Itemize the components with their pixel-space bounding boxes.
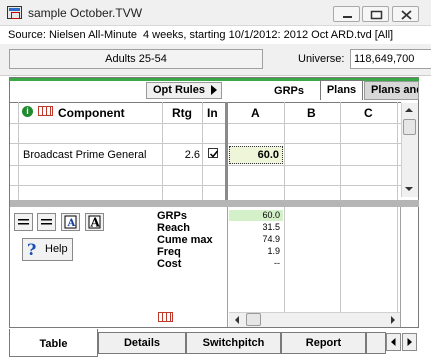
demo-button[interactable]: Adults 25-54 [9,49,263,69]
play-arrow-icon [211,85,217,95]
table-row-component[interactable]: Broadcast Prime General [23,149,147,161]
font-small-button[interactable]: A [61,213,80,231]
result-label-cost: Cost [157,258,182,270]
tab-next-button[interactable] [402,333,417,351]
letter-a-icon: A [64,215,77,229]
results-col-line [340,207,341,312]
result-label-cume-max: Cume max [157,234,213,246]
scroll-left-icon[interactable] [232,314,242,326]
hscroll-thumb[interactable] [246,313,261,326]
results-right-border [400,207,401,327]
info-icon[interactable]: i [22,106,33,117]
source-period: 4 weeks, starting 10/1/2012: 2012 Oct AR… [143,29,394,41]
tab-prev-button[interactable] [386,333,401,351]
svg-text:A: A [90,216,101,230]
col-header-component: Component [58,106,125,120]
grid-frozen-divider [225,102,228,200]
minimize-icon [343,16,352,18]
grid-col-line [162,102,163,200]
grid-icon[interactable] [38,106,53,116]
grid-row-line [10,185,401,186]
results-col-line [284,207,285,312]
tab-grps[interactable]: GRPs [262,82,316,100]
app-icon [7,6,22,19]
close-icon [401,10,412,20]
tab-switchpitch[interactable]: Switchpitch [186,332,281,354]
font-large-button[interactable]: A [85,213,104,231]
minimize-button[interactable] [333,6,360,22]
plan-a-cell[interactable]: 60.0 [229,146,283,164]
grid-row-line [10,143,401,144]
result-value-freq: 1.9 [267,246,280,256]
tab-plans-and[interactable]: Plans and [364,81,419,100]
col-header-in: In [207,106,218,120]
tab-overflow[interactable] [366,332,386,354]
result-label-reach: Reach [157,222,191,234]
grid-col-line [202,102,203,200]
tab-plans[interactable]: Plans [320,80,363,100]
question-icon: ? [27,240,37,259]
result-value-grps: 60.0 [262,210,280,220]
grid-row-line [10,165,401,166]
result-value-reach: 31.5 [262,222,280,232]
scroll-up-icon[interactable] [403,105,415,115]
grid-col-line [397,102,398,200]
source-label: Source: Nielsen All-Minute [8,29,138,41]
results-col-line [227,207,228,327]
pane-splitter[interactable] [10,200,419,207]
result-value-cume-max: 74.9 [262,234,280,244]
grid-top-border [10,102,401,103]
scroll-thumb[interactable] [403,119,416,135]
letter-a-icon: A [88,215,101,230]
result-label-grps: GRPs [157,210,187,222]
restore-icon [370,10,383,20]
arrow-left-icon [391,338,396,346]
equals-icon [18,219,29,225]
tab-details[interactable]: Details [98,332,186,354]
table-row-rtg[interactable]: 2.6 [170,149,200,161]
result-label-freq: Freq [157,246,181,258]
svg-text:A: A [67,218,76,229]
grid-col-line [284,102,285,200]
results-col-line [397,207,398,312]
help-label: Help [45,243,68,255]
vertical-scrollbar[interactable] [401,103,418,197]
in-checkbox[interactable] [208,148,219,158]
scroll-down-icon[interactable] [403,184,415,194]
maximize-button[interactable] [362,6,389,22]
col-header-a: A [251,106,260,120]
grid-col-line [18,102,19,200]
scroll-right-icon[interactable] [388,314,398,326]
arrow-right-icon [407,338,412,346]
close-button[interactable] [392,6,419,22]
equals-alt-button[interactable] [37,213,56,231]
checkmark-icon [209,150,219,158]
tab-report[interactable]: Report [281,332,366,354]
window-title: sample October.TVW [28,6,143,20]
col-header-rtg: Rtg [172,106,192,120]
col-header-c: C [364,106,373,120]
opt-rules-label: Opt Rules [153,84,205,96]
equals-icon [41,219,52,225]
grid-row-line [10,123,401,124]
equals-button[interactable] [14,213,33,231]
grid-small-icon[interactable] [158,312,173,322]
tab-table[interactable]: Table [9,329,98,357]
col-header-b: B [307,106,316,120]
grid-col-line [340,102,341,200]
result-value-cost: -- [274,258,280,268]
universe-label: Universe: [298,53,345,65]
universe-value: 118,649,700 [350,49,431,69]
